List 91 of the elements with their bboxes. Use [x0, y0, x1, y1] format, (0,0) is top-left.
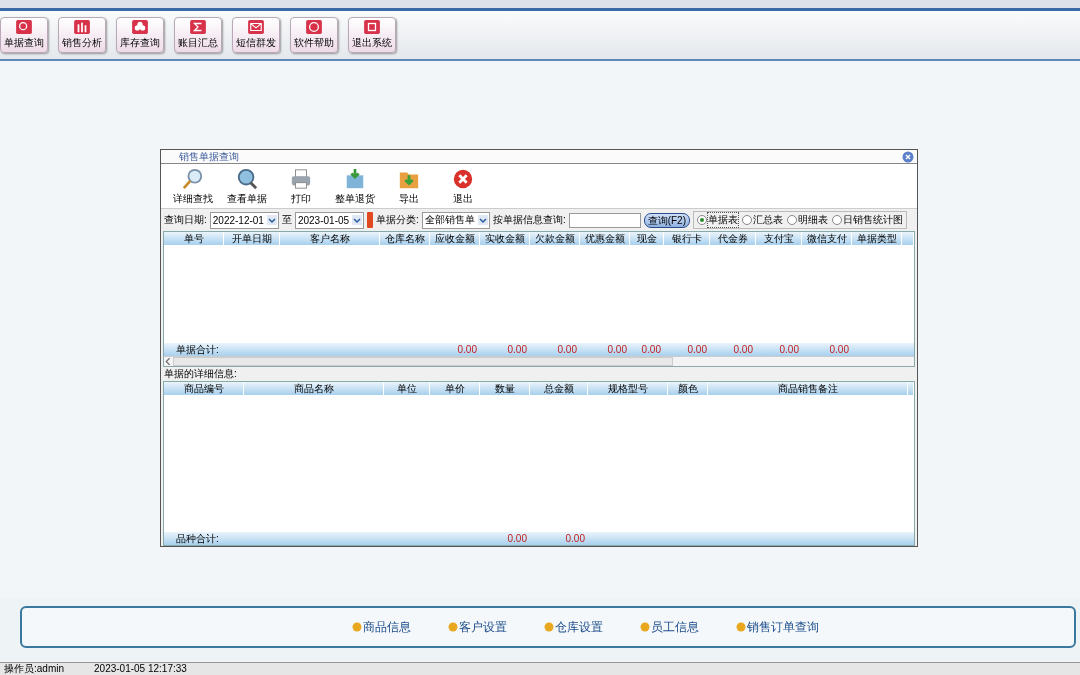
quick-link[interactable]: 商品信息 [352, 618, 411, 636]
view-radio[interactable]: 明细表 [787, 213, 828, 227]
toolbar-button[interactable]: 短信群发 [232, 17, 280, 53]
column-header[interactable]: 单号 [164, 232, 224, 245]
type-label: 单据分类: [376, 213, 419, 227]
toolbar-button[interactable]: 查看单据 [225, 166, 269, 206]
date-from-field[interactable]: 2022-12-01 [209, 211, 279, 229]
bar-chart-icon [72, 20, 92, 34]
column-header[interactable]: 开单日期 [224, 232, 280, 245]
bullet-icon [448, 622, 458, 632]
total-label: 单据合计: [176, 344, 219, 355]
total-value: 0.00 [565, 533, 585, 544]
to-label: 至 [281, 213, 292, 227]
search-label: 按单据信息查询: [492, 213, 566, 227]
sigma-icon [188, 20, 208, 34]
boxes-icon [130, 20, 150, 34]
bullet-icon [352, 622, 362, 632]
column-header[interactable]: 单位 [384, 382, 430, 395]
toolbar-button[interactable]: 导出 [387, 166, 431, 206]
dropdown-icon [477, 215, 488, 225]
column-header[interactable]: 商品销售备注 [708, 382, 908, 395]
column-header[interactable]: 客户名称 [280, 232, 380, 245]
date-label: 查询日期: [164, 213, 207, 227]
column-header[interactable]: 规格型号 [588, 382, 668, 395]
toolbar-button[interactable]: 账目汇总 [174, 17, 222, 53]
column-header[interactable]: 数量 [480, 382, 530, 395]
total-value: 0.00 [507, 344, 527, 355]
search-field[interactable] [568, 212, 641, 228]
column-header[interactable]: 优惠金额 [580, 232, 630, 245]
total-value: 0.00 [507, 533, 527, 544]
status-text: 操作员:admin [4, 663, 64, 675]
total-value: 0.00 [641, 344, 661, 355]
toolbar-button[interactable]: 销售分析 [58, 17, 106, 53]
section-label: 单据的详细信息: [163, 367, 238, 381]
bullet-icon [640, 622, 650, 632]
total-value: 0.00 [687, 344, 707, 355]
toolbar-button[interactable]: 单据查询 [0, 17, 48, 53]
envelope-icon [246, 20, 266, 34]
total-value: 0.00 [457, 344, 477, 355]
close-icon[interactable] [902, 150, 914, 163]
total-value: 0.00 [733, 344, 753, 355]
total-value: 0.00 [607, 344, 627, 355]
column-header[interactable]: 实收金额 [480, 232, 530, 245]
column-header[interactable]: 应收金额 [430, 232, 480, 245]
column-header[interactable]: 代金券 [710, 232, 756, 245]
total-label: 品种合计: [176, 533, 219, 544]
type-dropdown[interactable]: 全部销售单 [421, 211, 490, 229]
toolbar-button[interactable]: 库存查询 [116, 17, 164, 53]
bullet-icon [736, 622, 746, 632]
date-to-field[interactable]: 2023-01-05 [294, 211, 365, 229]
column-header[interactable]: 银行卡 [664, 232, 710, 245]
query-button[interactable]: 查询(F2) [643, 212, 690, 228]
column-header[interactable]: 颜色 [668, 382, 708, 395]
dropdown-icon [352, 215, 363, 225]
dialog-title: 销售单据查询 [179, 149, 239, 164]
scrollbar[interactable] [164, 356, 914, 366]
column-header[interactable]: 微信支付 [802, 232, 852, 245]
status-text: 2023-01-05 12:17:33 [94, 663, 187, 675]
quick-link[interactable]: 员工信息 [640, 618, 699, 636]
view-radio[interactable]: 汇总表 [742, 213, 783, 227]
toolbar-button[interactable]: 打印 [279, 166, 323, 206]
total-value: 0.00 [829, 344, 849, 355]
dropdown-icon [266, 215, 277, 225]
quick-link[interactable]: 客户设置 [448, 618, 507, 636]
printer-icon [290, 168, 312, 190]
close-icon [452, 168, 474, 190]
box-arrow-icon [344, 168, 366, 190]
column-header[interactable]: 总金额 [530, 382, 588, 395]
total-value: 0.00 [779, 344, 799, 355]
marker-icon [367, 212, 374, 228]
column-header[interactable]: 商品编号 [164, 382, 244, 395]
magnifier-icon [182, 168, 204, 190]
arrow-left-icon[interactable] [164, 357, 173, 366]
toolbar-button[interactable]: 软件帮助 [290, 17, 338, 53]
column-header[interactable]: 商品名称 [244, 382, 384, 395]
toolbar-button[interactable]: 详细查找 [171, 166, 215, 206]
column-header[interactable]: 现金 [630, 232, 664, 245]
toolbar-button[interactable]: 退出 [441, 166, 485, 206]
column-header[interactable]: 支付宝 [756, 232, 802, 245]
total-value: 0.00 [557, 344, 577, 355]
column-header[interactable]: 单据类型 [852, 232, 902, 245]
column-header[interactable]: 欠款金额 [530, 232, 580, 245]
bullet-icon [544, 622, 554, 632]
quick-link[interactable]: 仓库设置 [544, 618, 603, 636]
view-radio[interactable]: 单据表 [697, 213, 738, 227]
toolbar-button[interactable]: 整单退货 [333, 166, 377, 206]
toolbar-button[interactable]: 退出系统 [348, 17, 396, 53]
view-radio[interactable]: 日销售统计图 [832, 213, 903, 227]
column-header[interactable]: 仓库名称 [380, 232, 430, 245]
quick-link[interactable]: 销售订单查询 [736, 618, 819, 636]
column-header[interactable]: 单价 [430, 382, 480, 395]
